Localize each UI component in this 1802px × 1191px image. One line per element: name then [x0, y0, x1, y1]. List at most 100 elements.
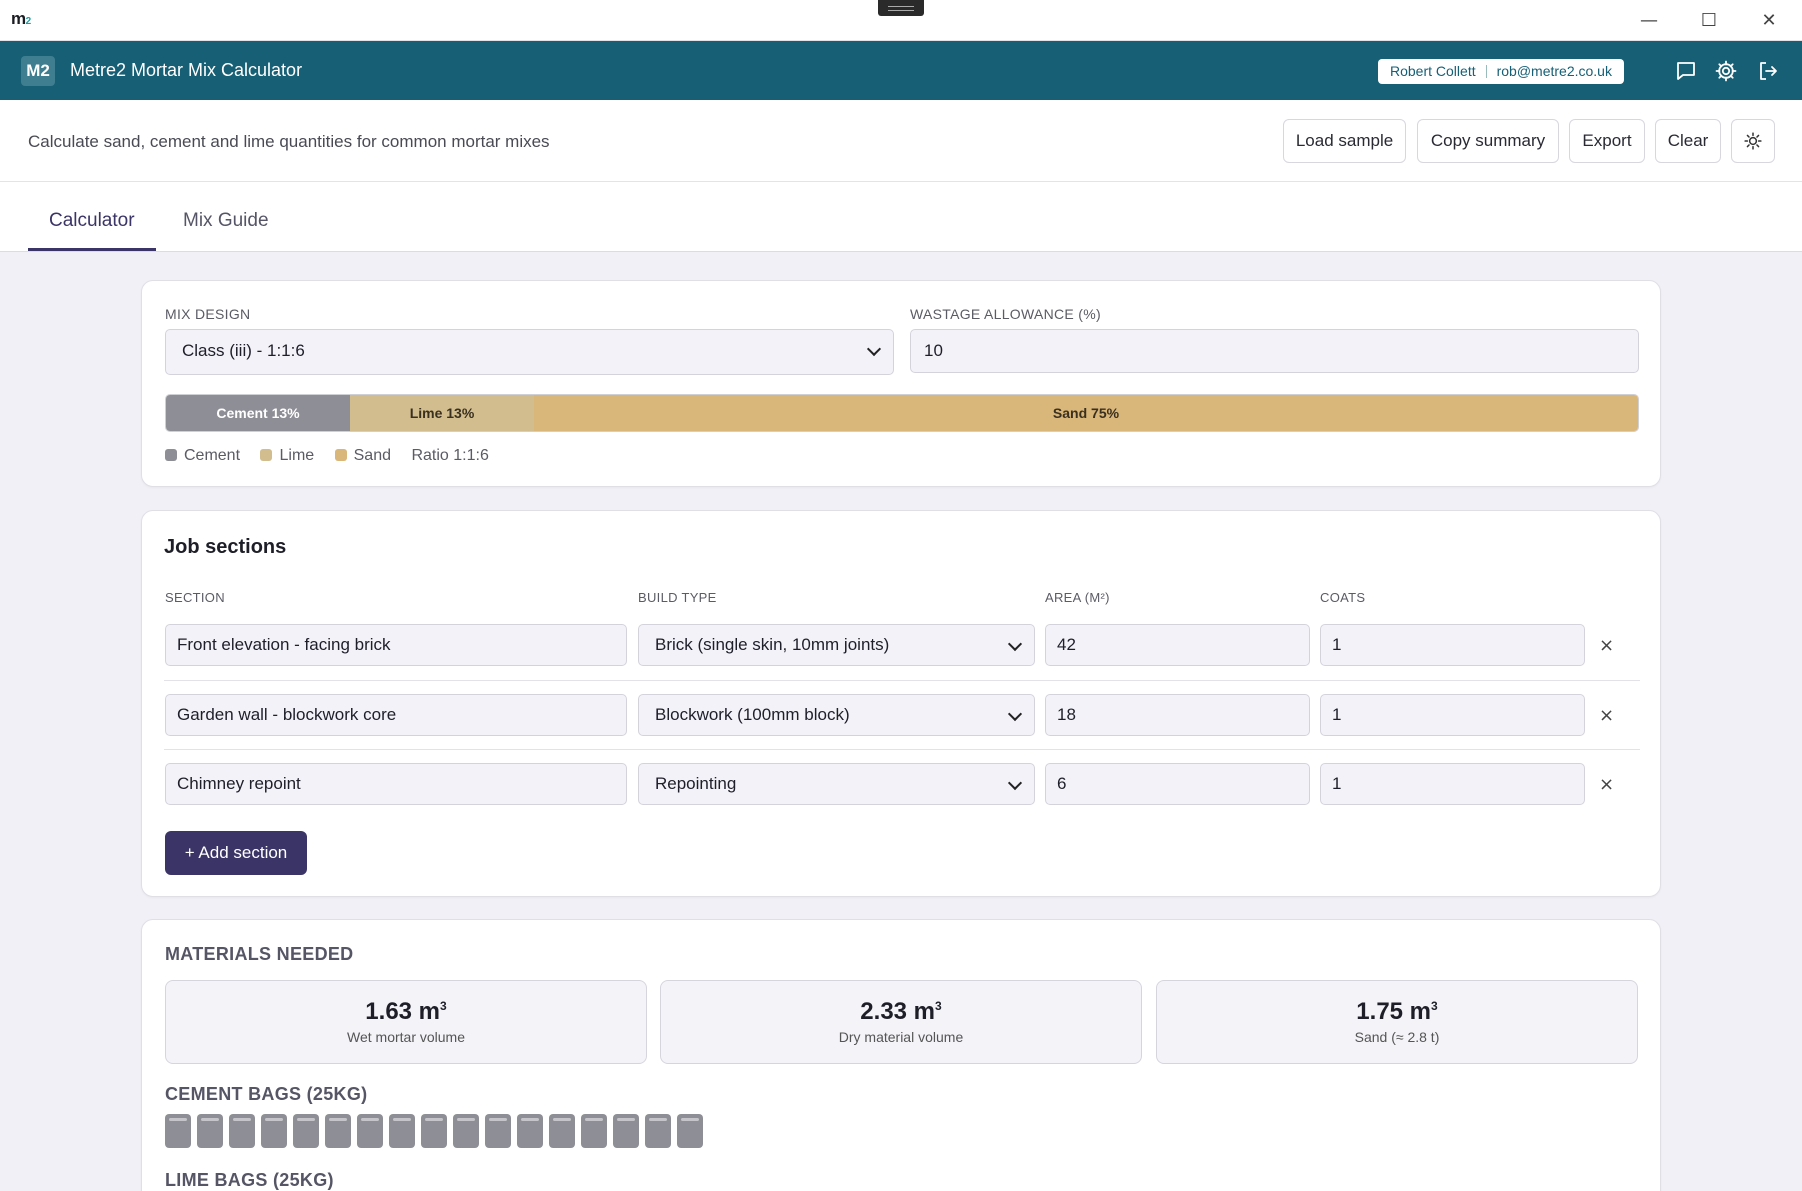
cement-bag-icon	[453, 1114, 479, 1148]
cement-bag-icon	[613, 1114, 639, 1148]
tab-calculator[interactable]: Calculator	[49, 210, 135, 232]
cement-bag-icon	[293, 1114, 319, 1148]
load-sample-button[interactable]: Load sample	[1283, 119, 1406, 163]
logout-icon[interactable]	[1756, 59, 1780, 83]
legend-item-lime: Lime	[260, 447, 314, 464]
cement-bag-icon	[325, 1114, 351, 1148]
sand-volume-value: 1.75 m	[1356, 998, 1432, 1025]
build-type-select[interactable]: Repointing	[638, 763, 1035, 805]
area-input[interactable]: 42	[1045, 624, 1310, 666]
app-logo: m2	[11, 9, 31, 28]
cement-bag-icon	[581, 1114, 607, 1148]
chat-icon[interactable]	[1674, 59, 1698, 83]
cement-bags-title: CEMENT BAGS (25KG)	[165, 1084, 368, 1104]
coats-input[interactable]: 1	[1320, 624, 1585, 666]
cement-bag-icon	[517, 1114, 543, 1148]
ratio-segment-lime: Lime 13%	[350, 395, 534, 431]
user-name: Robert Collett	[1390, 63, 1476, 79]
copy-summary-button[interactable]: Copy summary	[1417, 119, 1559, 163]
cement-bags-row	[165, 1114, 703, 1148]
user-email: rob@metre2.co.uk	[1496, 63, 1612, 79]
legend-swatch-cement	[165, 449, 177, 461]
sand-volume-caption: Sand (≈ 2.8 t)	[1354, 1029, 1440, 1045]
tab-mix-guide[interactable]: Mix Guide	[183, 210, 269, 232]
cement-bag-icon	[229, 1114, 255, 1148]
coats-input[interactable]: 1	[1320, 694, 1585, 736]
app-header: M2 Metre2 Mortar Mix Calculator Robert C…	[0, 41, 1802, 100]
job-sections-title: Job sections	[164, 536, 287, 558]
maximize-button[interactable]: ☐	[1686, 6, 1732, 36]
ratio-text: Ratio 1:1:6	[411, 447, 489, 464]
close-window-button[interactable]: ✕	[1746, 6, 1792, 36]
cement-bag-icon	[485, 1114, 511, 1148]
wastage-label: WASTAGE ALLOWANCE (%)	[910, 306, 1101, 322]
section-name-input[interactable]: Chimney repoint	[165, 763, 627, 805]
build-type-select[interactable]: Blockwork (100mm block)	[638, 694, 1035, 736]
user-pill[interactable]: Robert Collett rob@metre2.co.uk	[1378, 59, 1624, 84]
area-input[interactable]: 6	[1045, 763, 1310, 805]
app-title: Metre2 Mortar Mix Calculator	[70, 60, 303, 80]
col-header-build-type: BUILD TYPE	[638, 590, 717, 605]
wet-mortar-volume-value: 1.63 m	[365, 998, 441, 1025]
dry-material-volume-box: 2.33 m3 Dry material volume	[660, 980, 1142, 1064]
wastage-input[interactable]: 10	[910, 329, 1639, 373]
legend-item-cement: Cement	[165, 447, 240, 464]
theme-toggle-button[interactable]	[1731, 119, 1775, 163]
sand-volume-box: 1.75 m3 Sand (≈ 2.8 t)	[1156, 980, 1638, 1064]
coats-input[interactable]: 1	[1320, 763, 1585, 805]
materials-card: MATERIALS NEEDED 1.63 m3 Wet mortar volu…	[141, 919, 1661, 1191]
app-badge: M2	[21, 56, 55, 86]
export-button[interactable]: Export	[1569, 119, 1645, 163]
materials-title: MATERIALS NEEDED	[165, 944, 354, 964]
drag-handle[interactable]	[878, 0, 924, 16]
col-header-area: AREA (M²)	[1045, 590, 1110, 605]
minimize-button[interactable]: —	[1626, 6, 1672, 36]
dry-material-volume-value: 2.33 m	[860, 998, 936, 1025]
add-section-button[interactable]: + Add section	[165, 831, 307, 875]
build-type-select[interactable]: Brick (single skin, 10mm joints)	[638, 624, 1035, 666]
legend-swatch-lime	[260, 449, 273, 461]
mix-design-label: MIX DESIGN	[165, 306, 251, 322]
active-tab-indicator	[28, 248, 156, 251]
row-divider	[164, 749, 1640, 750]
cement-bag-icon	[197, 1114, 223, 1148]
section-name-input[interactable]: Garden wall - blockwork core	[165, 694, 627, 736]
mix-ratio-bar: Cement 13% Lime 13% Sand 75%	[165, 394, 1639, 432]
cement-bag-icon	[645, 1114, 671, 1148]
gear-icon[interactable]	[1714, 59, 1738, 83]
wet-mortar-volume-box: 1.63 m3 Wet mortar volume	[165, 980, 647, 1064]
cement-bag-icon	[165, 1114, 191, 1148]
remove-row-button[interactable]: ×	[1599, 635, 1614, 656]
mix-legend: Cement Lime Sand Ratio 1:1:6	[165, 447, 489, 465]
window-titlebar: m2 — ☐ ✕	[0, 0, 1802, 41]
row-divider	[164, 680, 1640, 681]
page-subtitle: Calculate sand, cement and lime quantiti…	[28, 132, 550, 151]
legend-swatch-sand	[334, 449, 347, 461]
mix-design-select[interactable]: Class (iii) - 1:1:6	[165, 329, 894, 375]
cement-bag-icon	[549, 1114, 575, 1148]
toolbar: Calculate sand, cement and lime quantiti…	[0, 100, 1802, 182]
cement-bag-icon	[677, 1114, 703, 1148]
remove-row-button[interactable]: ×	[1599, 705, 1614, 726]
clear-button[interactable]: Clear	[1655, 119, 1721, 163]
cement-bag-icon	[357, 1114, 383, 1148]
area-input[interactable]: 18	[1045, 694, 1310, 736]
ratio-segment-sand: Sand 75%	[534, 395, 1638, 431]
ratio-segment-cement: Cement 13%	[166, 395, 350, 431]
remove-row-button[interactable]: ×	[1599, 774, 1614, 795]
col-header-coats: COATS	[1320, 590, 1366, 605]
cement-bag-icon	[389, 1114, 415, 1148]
legend-item-sand: Sand	[334, 447, 391, 464]
user-pill-divider	[1485, 65, 1487, 78]
mix-design-card: MIX DESIGN Class (iii) - 1:1:6 WASTAGE A…	[141, 280, 1661, 487]
dry-material-volume-caption: Dry material volume	[838, 1029, 964, 1045]
cement-bag-icon	[421, 1114, 447, 1148]
lime-bags-title: LIME BAGS (25KG)	[165, 1170, 334, 1190]
sun-icon	[1744, 132, 1762, 150]
job-sections-card: Job sections SECTION BUILD TYPE AREA (M²…	[141, 510, 1661, 897]
section-name-input[interactable]: Front elevation - facing brick	[165, 624, 627, 666]
wet-mortar-volume-caption: Wet mortar volume	[347, 1029, 465, 1045]
tab-bar: Calculator Mix Guide	[0, 182, 1802, 252]
cement-bag-icon	[261, 1114, 287, 1148]
col-header-section: SECTION	[165, 590, 225, 605]
